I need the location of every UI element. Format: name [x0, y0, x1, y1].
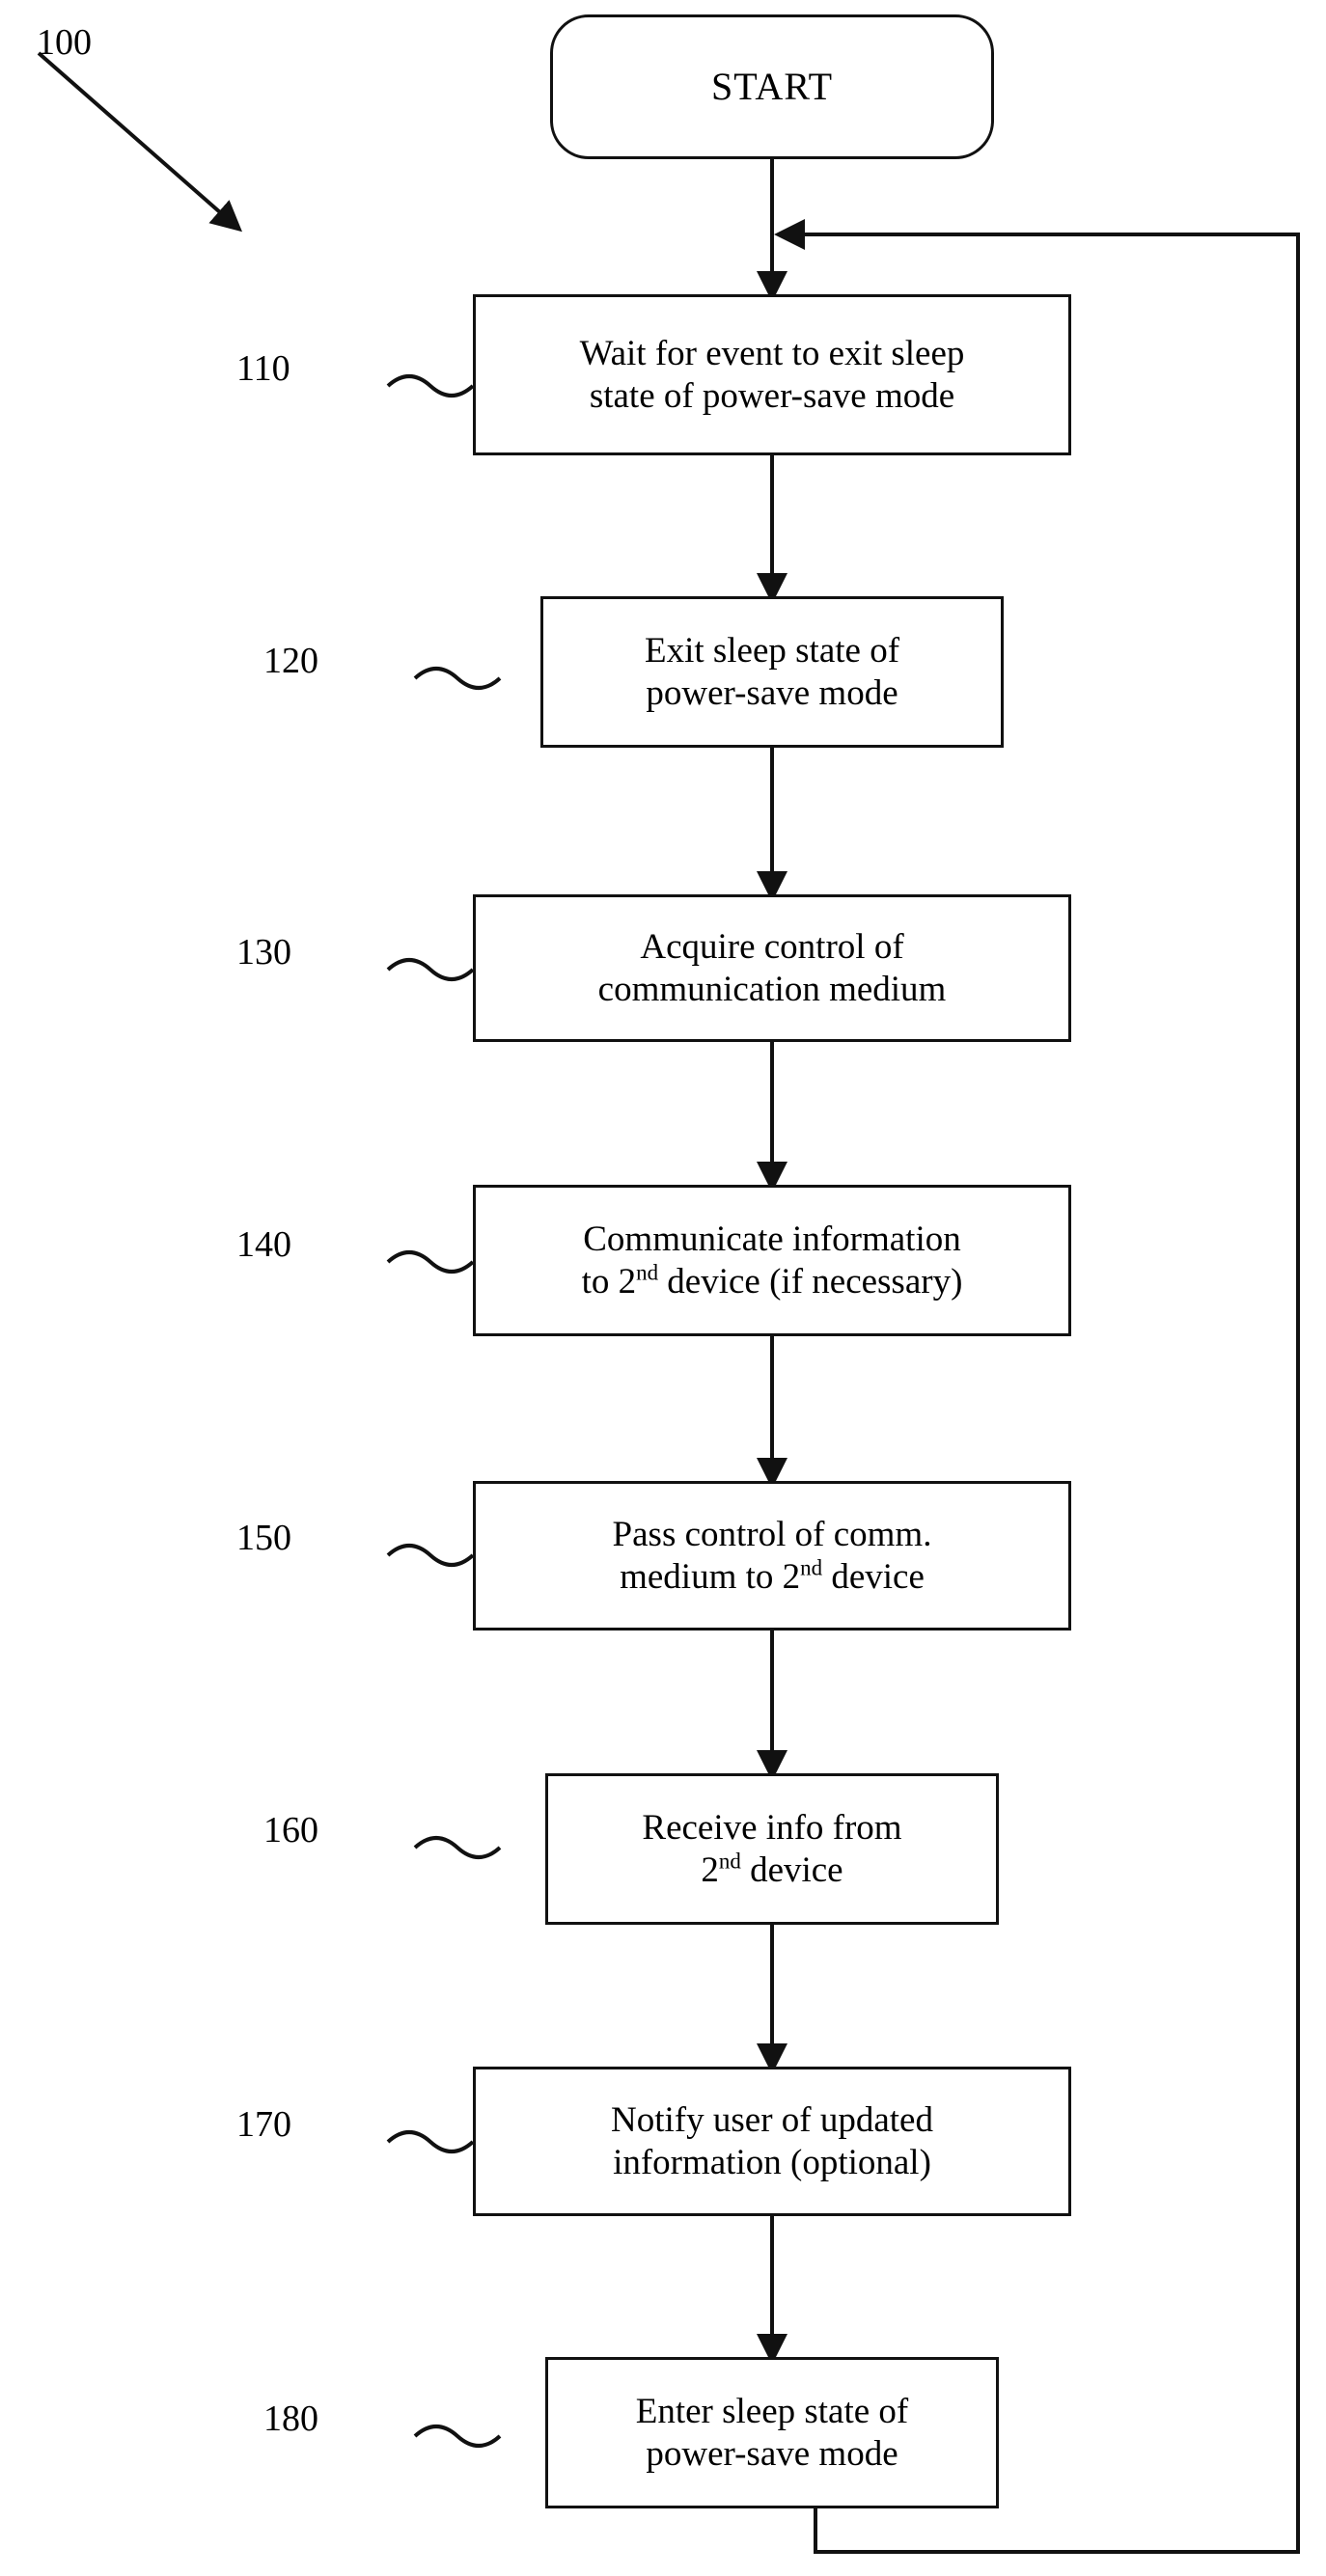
node-180-line2: power-save mode	[646, 2433, 898, 2474]
node-110: Wait for event to exit sleep state of po…	[473, 294, 1071, 455]
node-180-line1: Enter sleep state of	[635, 2391, 909, 2431]
node-120-line1: Exit sleep state of	[644, 630, 900, 671]
node-120-line2: power-save mode	[646, 672, 898, 713]
ref-label-120: 120	[263, 641, 318, 681]
node-160-line2: 2nd device	[701, 1849, 843, 1890]
node-start-label: START	[710, 65, 834, 109]
ref-leader-120	[413, 667, 502, 690]
ref-leader-110	[386, 374, 475, 397]
node-110-line2: state of power-save mode	[589, 375, 955, 416]
ref-leader-170	[386, 2130, 475, 2153]
ref-label-140: 140	[236, 1224, 291, 1265]
node-150-line2: medium to 2nd device	[620, 1555, 925, 1597]
node-160-line1: Receive info from	[642, 1807, 902, 1848]
node-start: START	[550, 14, 994, 159]
ref-label-160: 160	[263, 1810, 318, 1850]
figure-number: 100	[37, 22, 92, 63]
node-110-line1: Wait for event to exit sleep	[579, 333, 965, 373]
node-130-line2: communication medium	[597, 969, 947, 1009]
ref-label-130: 130	[236, 932, 291, 973]
ref-leader-160	[413, 1836, 502, 1859]
node-150-line1: Pass control of comm.	[612, 1514, 932, 1554]
ref-leader-140	[386, 1250, 475, 1274]
node-170-line1: Notify user of updated	[611, 2099, 933, 2140]
node-150: Pass control of comm. medium to 2nd devi…	[473, 1481, 1071, 1631]
node-170-line2: information (optional)	[613, 2142, 931, 2182]
node-130: Acquire control of communication medium	[473, 894, 1071, 1042]
node-120: Exit sleep state of power-save mode	[540, 596, 1004, 748]
node-140-line2: to 2nd device (if necessary)	[581, 1260, 963, 1302]
node-140: Communicate information to 2nd device (i…	[473, 1185, 1071, 1336]
node-130-line1: Acquire control of	[640, 926, 904, 967]
ref-leader-150	[386, 1544, 475, 1567]
ref-leader-130	[386, 958, 475, 981]
ref-label-180: 180	[263, 2398, 318, 2439]
node-170: Notify user of updated information (opti…	[473, 2067, 1071, 2216]
node-140-line1: Communicate information	[583, 1219, 961, 1259]
ref-label-110: 110	[236, 348, 290, 389]
figure-leader-arrow	[37, 51, 243, 233]
ref-label-150: 150	[236, 1518, 291, 1558]
node-160: Receive info from 2nd device	[545, 1773, 999, 1925]
ref-label-170: 170	[236, 2104, 291, 2145]
ref-leader-180	[413, 2425, 502, 2448]
node-180: Enter sleep state of power-save mode	[545, 2357, 999, 2508]
